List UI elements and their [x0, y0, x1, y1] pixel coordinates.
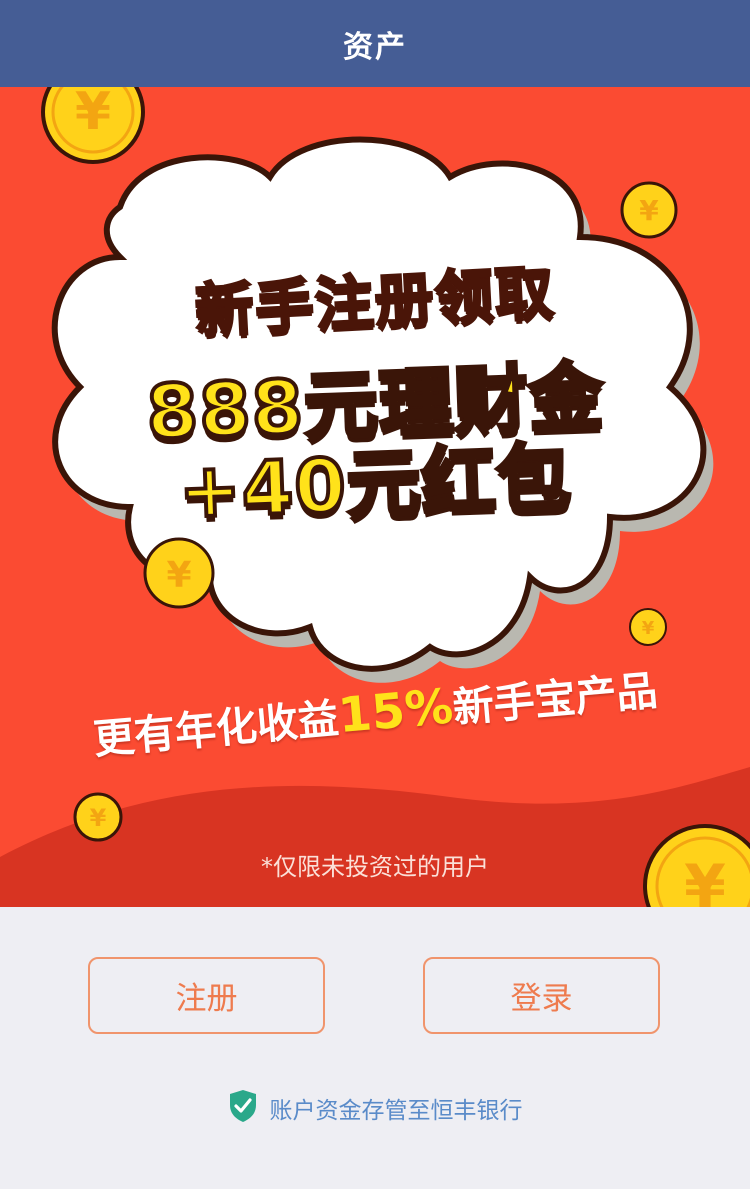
page-title: 资产: [343, 29, 407, 65]
custody-notice: 账户资金存管至恒丰银行: [0, 1090, 750, 1126]
coin-icon: ¥: [72, 791, 124, 847]
custody-text: 账户资金存管至恒丰银行: [269, 1098, 523, 1124]
yield-rate: 15%: [335, 678, 456, 745]
coin-icon: ¥: [628, 607, 668, 651]
shield-check-icon: [228, 1089, 258, 1127]
promo-banner[interactable]: ¥ ¥ ¥ ¥ ¥ ¥ 新手注册领取 888元理财金 +40元红包 更有年化收益…: [0, 87, 750, 907]
login-button[interactable]: 登录: [423, 957, 660, 1034]
svg-text:¥: ¥: [90, 804, 107, 832]
coin-icon: ¥: [141, 535, 217, 615]
svg-text:¥: ¥: [639, 194, 659, 227]
svg-text:¥: ¥: [166, 555, 191, 596]
coin-icon: ¥: [619, 180, 679, 244]
svg-text:¥: ¥: [642, 618, 655, 639]
top-bar: 资产: [0, 0, 750, 87]
coin-icon: ¥: [38, 87, 148, 171]
register-button[interactable]: 注册: [88, 957, 325, 1034]
eligibility-note: *仅限未投资过的用户: [261, 853, 489, 881]
svg-text:¥: ¥: [75, 87, 111, 142]
